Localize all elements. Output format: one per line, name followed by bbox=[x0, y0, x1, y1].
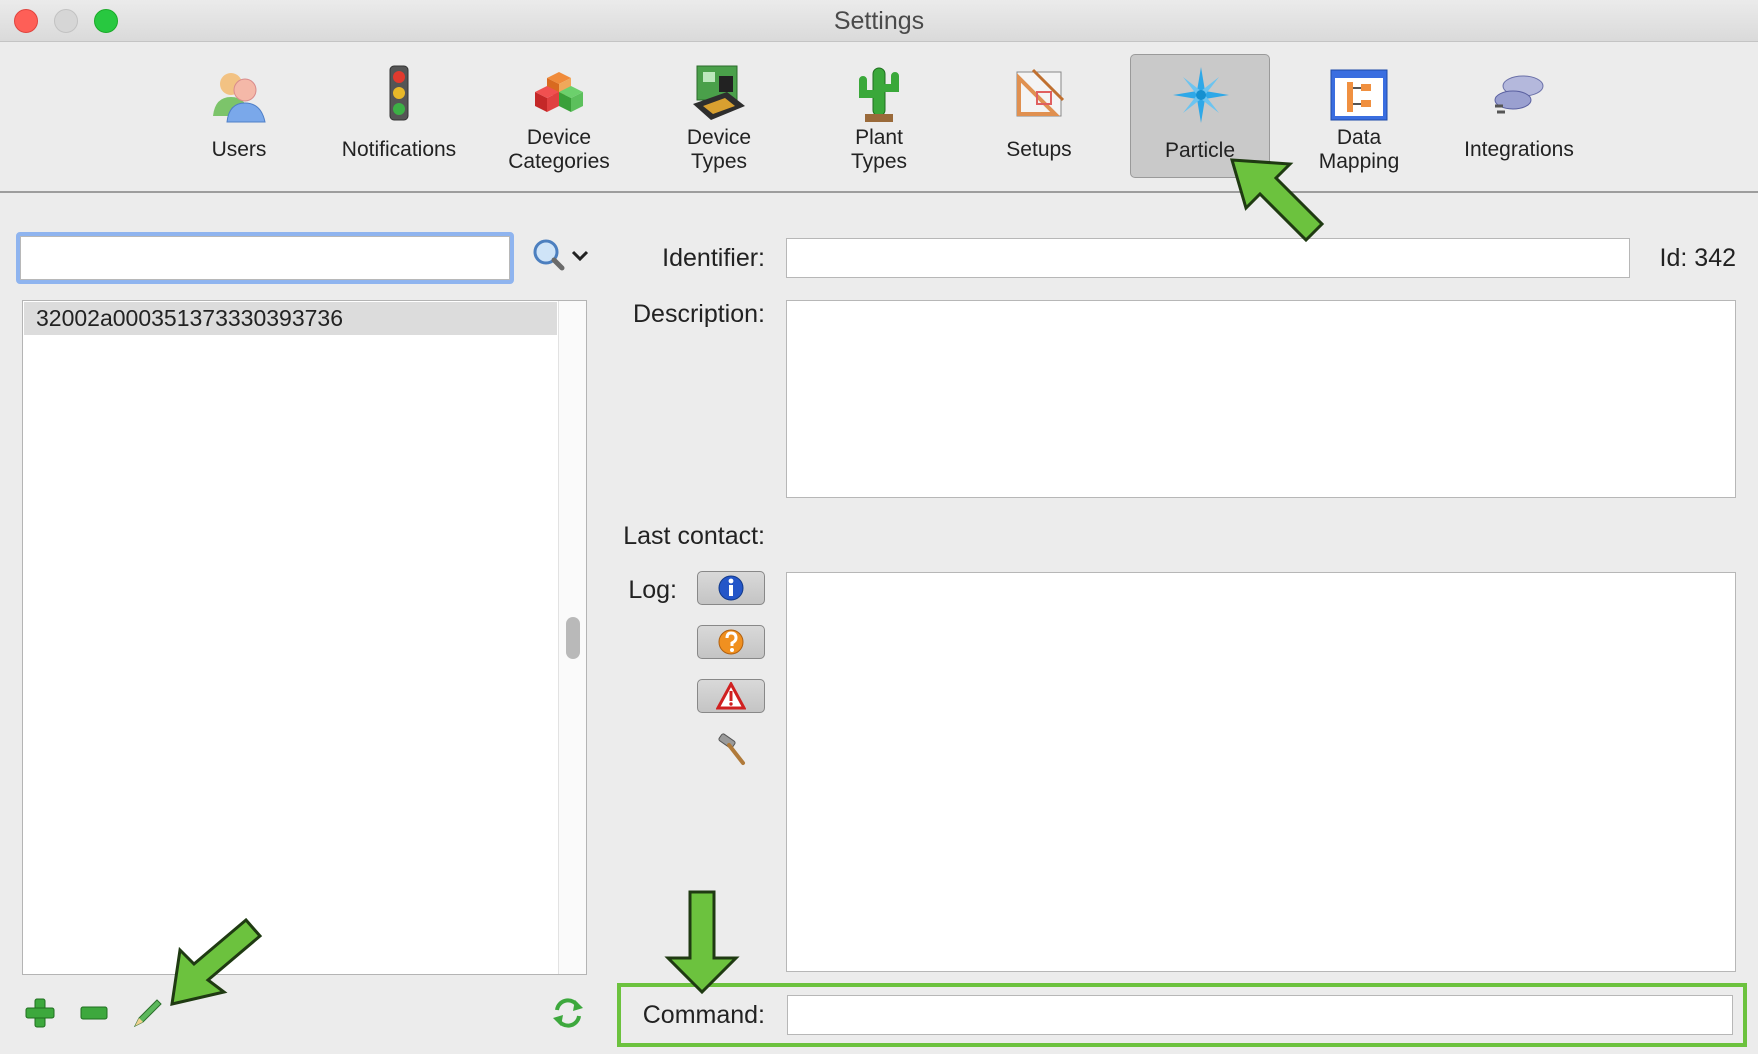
annotation-arrow-command bbox=[664, 890, 740, 995]
toolbar-setups-label: Setups bbox=[1006, 138, 1072, 161]
data-mapping-icon bbox=[1330, 69, 1388, 121]
info-icon bbox=[718, 575, 744, 601]
description-label: Description: bbox=[633, 300, 765, 328]
traffic-light-icon bbox=[389, 65, 409, 121]
cactus-icon bbox=[859, 67, 899, 122]
identifier-field[interactable] bbox=[787, 239, 1629, 277]
annotation-arrow-edit bbox=[170, 918, 263, 1006]
log-filter-info-button[interactable] bbox=[697, 571, 765, 605]
toolbar-device-types[interactable]: Device Types bbox=[649, 54, 789, 178]
toolbar-plant-types[interactable]: Plant Types bbox=[809, 54, 949, 178]
cubes-icon bbox=[535, 72, 583, 112]
command-field[interactable] bbox=[788, 996, 1732, 1034]
particle-star-icon bbox=[1173, 67, 1229, 123]
device-list[interactable]: 32002a000351373330393736 bbox=[22, 300, 587, 975]
search-options-menu[interactable] bbox=[530, 238, 592, 276]
toolbar-integrations-label: Integrations bbox=[1464, 138, 1574, 161]
description-field[interactable] bbox=[786, 300, 1736, 498]
toolbar-notifications-label: Notifications bbox=[341, 138, 457, 161]
drafting-tools-icon bbox=[1016, 68, 1065, 117]
refresh-button[interactable] bbox=[550, 995, 586, 1031]
search-field-frame bbox=[16, 232, 514, 284]
warning-icon bbox=[716, 682, 746, 710]
remove-button[interactable] bbox=[76, 995, 112, 1031]
toolbar-users-label: Users bbox=[211, 138, 267, 161]
circuit-board-icon bbox=[693, 65, 745, 120]
window-title: Settings bbox=[833, 7, 925, 35]
toolbar-device-types-label: Device Types bbox=[686, 126, 752, 173]
settings-toolbar: Users Notifications Device Categories De… bbox=[0, 42, 1758, 193]
edit-button[interactable] bbox=[130, 995, 166, 1031]
toolbar-setups[interactable]: Setups bbox=[969, 54, 1109, 178]
plus-icon bbox=[25, 998, 55, 1028]
search-input[interactable] bbox=[20, 236, 510, 280]
pencil-icon bbox=[133, 999, 162, 1028]
minus-icon bbox=[80, 1006, 108, 1020]
users-icon bbox=[213, 73, 266, 123]
toolbar-notifications[interactable]: Notifications bbox=[329, 54, 469, 178]
title-bar: Settings bbox=[0, 0, 1758, 42]
last-contact-label: Last contact: bbox=[623, 522, 765, 550]
command-field-frame bbox=[787, 995, 1733, 1035]
log-label: Log: bbox=[628, 576, 677, 604]
hammer-icon bbox=[718, 733, 745, 765]
command-label: Command: bbox=[642, 1001, 765, 1029]
annotation-arrow-particle bbox=[1230, 158, 1325, 243]
identifier-field-frame bbox=[786, 238, 1630, 278]
chevron-down-icon bbox=[571, 250, 589, 262]
list-scrollbar[interactable] bbox=[558, 301, 586, 974]
list-item[interactable]: 32002a000351373330393736 bbox=[24, 302, 557, 335]
question-icon bbox=[718, 629, 744, 655]
toolbar-device-categories-label: Device Categories bbox=[508, 126, 610, 173]
log-filter-question-button[interactable] bbox=[697, 625, 765, 659]
toolbar-users[interactable]: Users bbox=[169, 54, 309, 178]
refresh-icon bbox=[553, 998, 583, 1028]
integrations-plug-icon bbox=[1494, 75, 1544, 114]
toolbar-integrations[interactable]: Integrations bbox=[1449, 54, 1589, 178]
id-value: Id: 342 bbox=[1659, 244, 1736, 272]
list-scrollbar-thumb[interactable] bbox=[566, 617, 580, 659]
toolbar-plant-types-label: Plant Types bbox=[850, 126, 908, 173]
log-filter-warning-button[interactable] bbox=[697, 679, 765, 713]
log-filter-debug-button[interactable] bbox=[713, 731, 749, 767]
identifier-label: Identifier: bbox=[662, 244, 765, 272]
log-output[interactable] bbox=[786, 572, 1736, 972]
add-button[interactable] bbox=[22, 995, 58, 1031]
toolbar-device-categories[interactable]: Device Categories bbox=[489, 54, 629, 178]
